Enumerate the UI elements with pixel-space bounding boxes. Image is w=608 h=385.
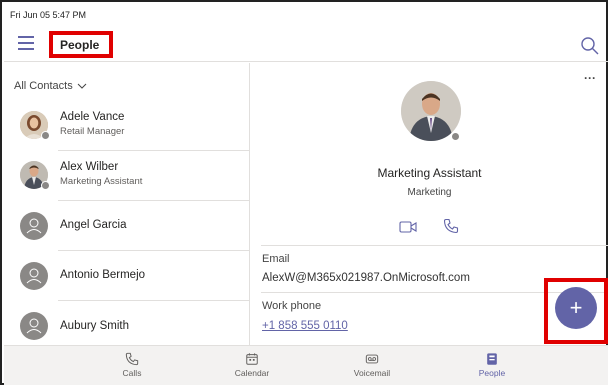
app-frame: Fri Jun 05 5:47 PM People All Contacts A… <box>0 0 608 385</box>
calendar-icon <box>246 353 258 365</box>
contact-role: Retail Manager <box>60 126 125 137</box>
contact-name: Alex Wilber <box>60 161 119 173</box>
plus-icon: + <box>569 295 583 320</box>
presence-indicator <box>41 181 50 190</box>
people-icon <box>487 353 497 365</box>
nav-item-voicemail[interactable]: Voicemail <box>332 352 412 378</box>
default-person-icon <box>26 268 42 284</box>
contacts-filter-label: All Contacts <box>14 80 73 92</box>
presence-indicator <box>41 131 50 140</box>
nav-item-calendar[interactable]: Calendar <box>212 352 292 378</box>
nav-label: People <box>478 368 506 378</box>
contact-item-alex-wilber[interactable]: Alex Wilber Marketing Assistant <box>4 151 250 201</box>
phone-call-icon[interactable] <box>443 218 459 234</box>
contact-item-angel-garcia[interactable]: Angel Garcia <box>4 201 250 251</box>
page-title-text: People <box>60 37 100 52</box>
contact-item-adele-vance[interactable]: Adele Vance Retail Manager <box>4 101 250 151</box>
contact-name: Adele Vance <box>60 111 125 123</box>
add-contact-button[interactable]: + <box>555 287 597 329</box>
more-options-icon[interactable]: ··· <box>584 71 596 85</box>
nav-label: Calls <box>122 368 142 378</box>
bottom-navigation: Calls Calendar Voicemail People <box>4 345 608 385</box>
status-bar-datetime: Fri Jun 05 5:47 PM <box>10 10 87 20</box>
contacts-pane: All Contacts Adele Vance Retail Manager <box>4 63 250 345</box>
contact-item-antonio-bermejo[interactable]: Antonio Bermejo <box>4 251 250 301</box>
nav-item-calls[interactable]: Calls <box>92 352 172 378</box>
top-bar: People <box>4 28 608 62</box>
nav-item-people[interactable]: People <box>452 352 532 378</box>
profile-department: Marketing <box>407 187 452 198</box>
voicemail-icon <box>365 354 379 364</box>
search-icon[interactable] <box>580 36 600 56</box>
work-phone-label: Work phone <box>262 300 322 312</box>
avatar <box>20 312 48 340</box>
chevron-down-icon <box>77 83 87 89</box>
contact-item-aubury-smith[interactable]: Aubury Smith <box>4 301 250 351</box>
page-title: People <box>49 31 113 58</box>
contact-name: Angel Garcia <box>60 219 127 231</box>
contact-name: Aubury Smith <box>60 320 130 332</box>
phone-icon <box>125 352 139 366</box>
nav-label: Voicemail <box>353 368 391 378</box>
nav-label: Calendar <box>234 368 270 378</box>
hamburger-menu-icon[interactable] <box>18 36 34 50</box>
avatar <box>20 262 48 290</box>
contacts-filter-dropdown[interactable]: All Contacts <box>14 80 87 92</box>
contact-name: Antonio Bermejo <box>60 269 146 281</box>
video-call-icon[interactable] <box>399 220 417 234</box>
divider <box>261 245 608 246</box>
email-value[interactable]: AlexW@M365x021987.OnMicrosoft.com <box>262 272 470 284</box>
presence-indicator <box>450 131 461 142</box>
avatar <box>20 212 48 240</box>
profile-job-title: Marketing Assistant <box>377 166 482 180</box>
email-label: Email <box>262 253 290 265</box>
default-person-icon <box>26 318 42 334</box>
work-phone-link[interactable]: +1 858 555 0110 <box>262 320 348 332</box>
default-person-icon <box>26 218 42 234</box>
contact-role: Marketing Assistant <box>60 176 143 187</box>
